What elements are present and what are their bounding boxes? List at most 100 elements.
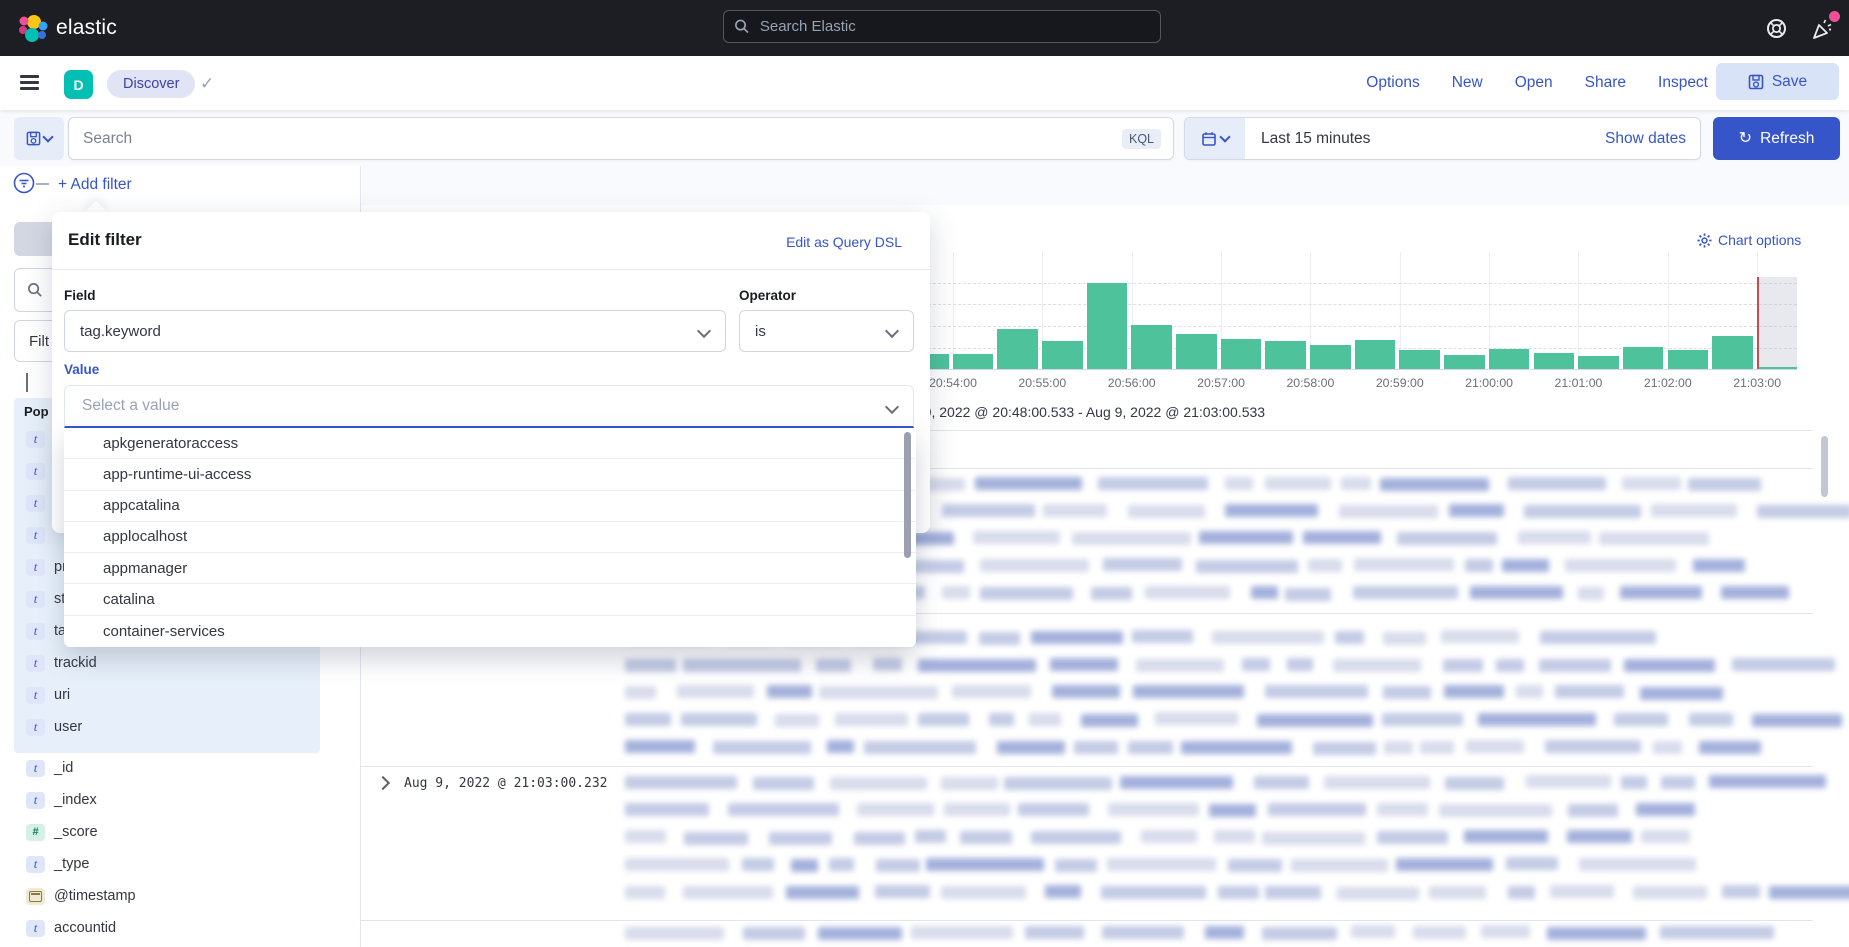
query-input-wrapper: KQL: [68, 117, 1174, 160]
toolbar-link-new[interactable]: New: [1452, 74, 1483, 92]
toolbar-link-options[interactable]: Options: [1366, 74, 1419, 92]
breadcrumb[interactable]: Discover: [107, 70, 195, 98]
value-input[interactable]: [80, 396, 913, 416]
text-field-icon: t: [26, 623, 45, 640]
redacted-text: [1620, 586, 1702, 599]
redacted-text: [1429, 886, 1486, 899]
redacted-text: [873, 658, 902, 671]
show-dates-link[interactable]: Show dates: [1605, 130, 1686, 148]
dropdown-scrollbar[interactable]: [904, 432, 911, 558]
field-list-item[interactable]: #_score: [20, 819, 316, 845]
text-field-icon: t: [26, 463, 45, 480]
value-option[interactable]: applocalhost: [64, 522, 916, 553]
elastic-logo[interactable]: elastic: [18, 13, 117, 43]
chart-gridline: [1400, 252, 1401, 369]
global-search[interactable]: [723, 10, 1161, 43]
field-list-item[interactable]: tuser: [20, 714, 316, 740]
add-filter-link[interactable]: + Add filter: [58, 176, 132, 194]
toolbar-link-open[interactable]: Open: [1515, 74, 1553, 92]
edit-as-query-dsl-link[interactable]: Edit as Query DSL: [786, 234, 902, 250]
value-option[interactable]: appcatalina: [64, 491, 916, 522]
current-time-marker: [1757, 277, 1759, 369]
value-option[interactable]: appmanager: [64, 553, 916, 584]
chart-gridline: [908, 326, 1797, 327]
field-list-item[interactable]: t_type: [20, 851, 316, 877]
redacted-text: [1614, 713, 1667, 726]
redacted-text: [980, 587, 1073, 600]
toolbar-link-inspect[interactable]: Inspect: [1658, 74, 1708, 92]
global-search-input[interactable]: [758, 17, 1150, 36]
redacted-text: [918, 659, 1036, 672]
redacted-text: [1633, 886, 1707, 899]
redacted-text: [942, 504, 1035, 517]
redacted-text: [1539, 659, 1611, 672]
field-list-item[interactable]: @timestamp: [20, 883, 316, 909]
redacted-text: [827, 740, 854, 753]
value-option[interactable]: app-runtime-ui-access: [64, 459, 916, 490]
operator-combobox[interactable]: is: [739, 310, 914, 352]
quick-select-button[interactable]: [1185, 118, 1245, 159]
axis-tick-label: 20:56:00: [1087, 376, 1177, 390]
menu-icon[interactable]: [20, 75, 39, 90]
histogram-bar: [997, 329, 1038, 369]
field-list-item[interactable]: taccountid: [20, 915, 316, 941]
doc-expand-chevron[interactable]: [376, 776, 390, 790]
query-input[interactable]: [81, 129, 1122, 149]
kql-badge[interactable]: KQL: [1122, 129, 1161, 149]
value-option[interactable]: container-services: [64, 616, 916, 647]
histogram-bar: [1042, 341, 1083, 369]
redacted-text: [1413, 926, 1466, 939]
refresh-button[interactable]: ↻ Refresh: [1713, 117, 1840, 160]
redacted-text: [1383, 632, 1425, 645]
field-list-item[interactable]: t_id: [20, 755, 316, 781]
redacted-text: [1025, 926, 1084, 939]
value-combobox[interactable]: [64, 385, 914, 428]
redacted-text: [683, 886, 773, 899]
news-feed-icon[interactable]: [1810, 17, 1836, 41]
redacted-text: [1212, 631, 1323, 644]
saved-query-menu-button[interactable]: [14, 117, 64, 160]
value-option[interactable]: apkgeneratoraccess: [64, 428, 916, 459]
redacted-text: [830, 777, 926, 790]
date-field-icon: [26, 888, 45, 905]
redacted-text: [980, 559, 1090, 572]
help-icon[interactable]: [1765, 17, 1788, 40]
text-field-icon: t: [26, 495, 45, 512]
redacted-text: [1133, 685, 1244, 698]
toolbar-link-share[interactable]: Share: [1585, 74, 1626, 92]
chevron-down-icon: [885, 324, 899, 338]
redacted-text: [1470, 586, 1563, 599]
redacted-text: [1757, 505, 1849, 518]
field-list-item[interactable]: ttrackid: [20, 650, 316, 676]
chevron-down-icon[interactable]: [26, 373, 28, 391]
value-option[interactable]: catalina: [64, 584, 916, 615]
redacted-text: [625, 659, 676, 672]
redacted-text: [625, 803, 709, 816]
chart-gridline: [1757, 252, 1758, 369]
redacted-text: [1640, 687, 1723, 700]
redacted-text: [1636, 803, 1695, 816]
field-list-item[interactable]: t_index: [20, 787, 316, 813]
filter-menu-icon[interactable]: [13, 172, 35, 194]
field-combobox[interactable]: tag.keyword: [64, 310, 726, 352]
axis-tick-label: 20:59:00: [1355, 376, 1445, 390]
redacted-text: [1506, 857, 1558, 870]
axis-tick-label: 21:01:00: [1533, 376, 1623, 390]
redacted-text: [989, 713, 1013, 726]
redacted-text: [1622, 477, 1681, 490]
save-button[interactable]: Save: [1716, 63, 1839, 100]
space-avatar[interactable]: D: [64, 70, 93, 99]
redacted-text: [854, 832, 906, 845]
text-field-icon: t: [26, 655, 45, 672]
axis-tick-label: 20:58:00: [1265, 376, 1355, 390]
histogram-bar: [1265, 341, 1306, 369]
redacted-text: [1091, 587, 1132, 600]
field-list-item[interactable]: turi: [20, 682, 316, 708]
redacted-text: [1380, 478, 1489, 491]
time-range-value[interactable]: Last 15 minutes: [1261, 130, 1370, 148]
redacted-text: [625, 927, 724, 940]
histogram-bar: [953, 354, 994, 369]
redacted-text: [1518, 531, 1592, 544]
chart-options-button[interactable]: Chart options: [1697, 232, 1801, 248]
page-scrollbar[interactable]: [1821, 436, 1828, 497]
